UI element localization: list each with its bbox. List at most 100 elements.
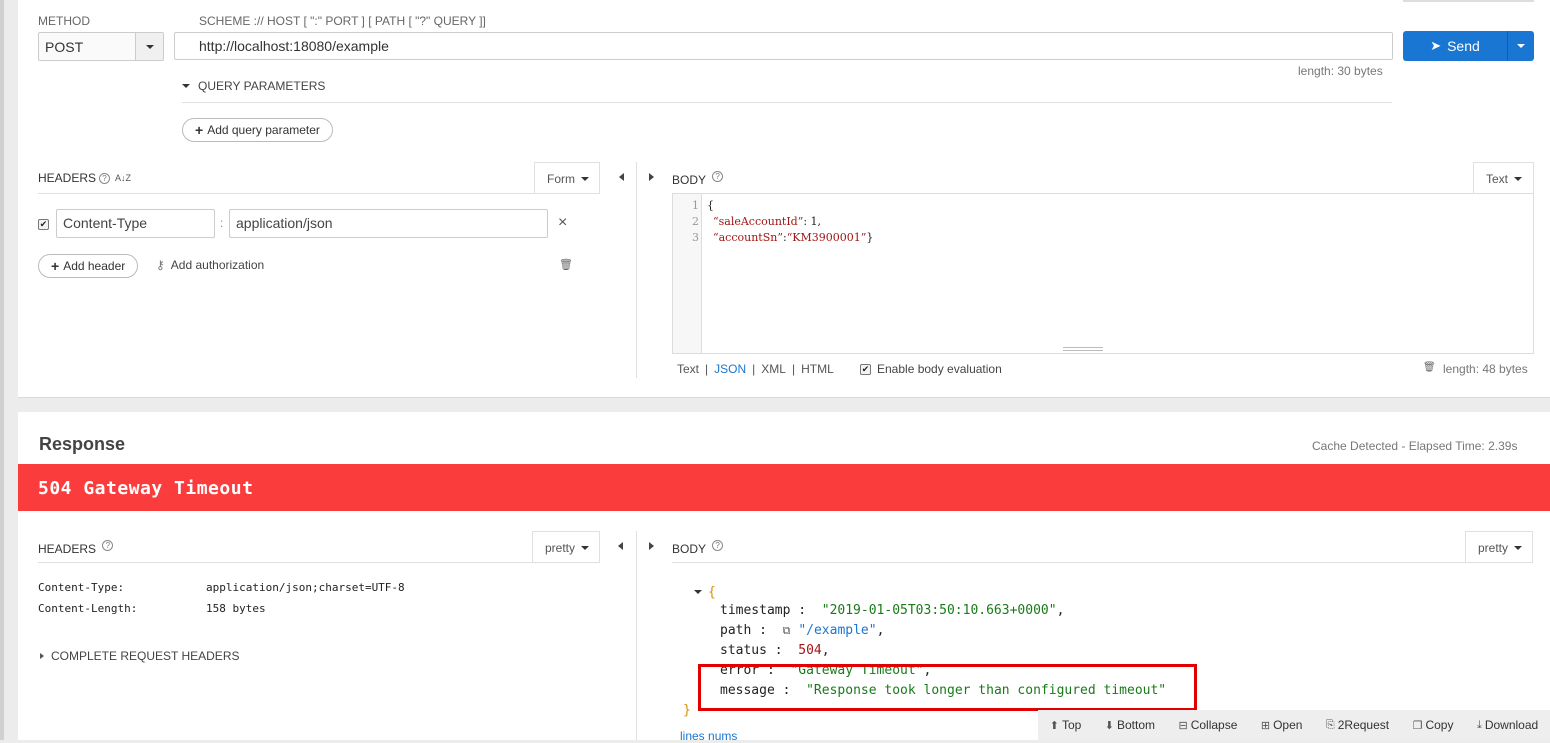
collapse-left-icon[interactable] [618, 542, 623, 550]
elapsed-time: Cache Detected - Elapsed Time: 2.39s [1312, 439, 1518, 453]
remove-header-icon[interactable]: × [558, 214, 567, 232]
line-number: 3 [692, 231, 699, 244]
json-comma: , [821, 643, 830, 658]
json-open-brace: { [708, 585, 716, 600]
send-icon: ➤ [1430, 38, 1442, 53]
header-value-input[interactable]: application/json [229, 209, 548, 238]
enable-body-evaluation[interactable]: ✔ Enable body evaluation [860, 362, 1002, 376]
add-query-parameter-button[interactable]: + Add query parameter [182, 118, 333, 142]
format-html[interactable]: HTML [801, 362, 834, 376]
json-number: 504 [798, 643, 822, 658]
help-icon[interactable]: ? [712, 540, 724, 551]
json-line-status: status : 504, [720, 643, 830, 658]
response-body-label: BODY [672, 542, 706, 556]
method-value: POST [45, 39, 84, 55]
response-body-format-dropdown[interactable]: pretty [1465, 531, 1533, 563]
body-editor[interactable]: 1 2 3 { “saleAccountId”: 1, “accountSn”:… [672, 193, 1534, 354]
resize-handle[interactable] [1063, 347, 1103, 351]
bottom-button[interactable]: ⬇ Bottom [1105, 718, 1155, 732]
format-json[interactable]: JSON [714, 362, 746, 376]
code-token: “KM3900001” [786, 231, 867, 244]
divider [672, 562, 1533, 563]
divider [38, 193, 600, 194]
add-query-parameter-label: Add query parameter [207, 123, 320, 137]
line-number: 1 [692, 199, 699, 212]
add-authorization-label: Add authorization [170, 258, 265, 272]
query-parameters-toggle[interactable]: QUERY PARAMETERS [182, 79, 325, 93]
top-button[interactable]: ⬆ Top [1050, 718, 1082, 732]
copy-button[interactable]: ❐ Copy [1413, 718, 1454, 732]
json-link[interactable]: "/example" [798, 623, 876, 638]
response-toolbar: ⬆ Top ⬇ Bottom ⊟ Collapse ⊞ Open ⎘ 2Request ❐… [1038, 710, 1550, 740]
collapse-button[interactable]: ⊟ Collapse [1178, 718, 1237, 732]
code-token: “accountSn” [713, 231, 783, 244]
collapse-label: Collapse [1190, 718, 1238, 732]
json-comma: , [876, 623, 885, 638]
line-number: 2 [692, 215, 699, 228]
json-line-timestamp: timestamp : "2019-01-05T03:50:10.663+000… [720, 603, 1064, 618]
arrow-down-icon: ⬇ [1104, 719, 1114, 732]
send-options-button[interactable] [1507, 31, 1534, 61]
response-headers-format-dropdown[interactable]: pretty [532, 531, 600, 563]
download-button[interactable]: ⤓ Download [1477, 718, 1538, 732]
to-request-button[interactable]: ⎘ 2Request [1326, 718, 1389, 732]
expand-right-icon[interactable] [649, 173, 654, 181]
response-header-value: 158 bytes [206, 602, 266, 615]
url-input[interactable]: http://localhost:18080/example [174, 32, 1393, 60]
method-select[interactable]: POST [38, 32, 164, 61]
add-authorization-link[interactable]: ⚷ Add authorization [156, 258, 264, 272]
to-request-label: 2Request [1337, 718, 1390, 732]
enable-evaluation-checkbox[interactable]: ✔ [860, 363, 871, 375]
line-numbers-link[interactable]: lines nums [680, 729, 737, 743]
method-dropdown-toggle[interactable] [135, 33, 163, 60]
header-name-input[interactable]: Content-Type [56, 209, 215, 238]
body-format-switcher: Text | JSON | XML | HTML [677, 362, 834, 376]
format-text[interactable]: Text [677, 362, 699, 376]
help-icon[interactable]: ? [102, 540, 114, 551]
help-icon[interactable]: ? [99, 172, 111, 184]
json-key: path : [720, 623, 767, 638]
json-close-brace: } [683, 703, 691, 718]
plus-square-icon: ⊞ [1260, 719, 1271, 732]
help-icon[interactable]: ? [712, 171, 724, 182]
headers-form-dropdown[interactable]: Form [534, 162, 600, 194]
add-header-button[interactable]: + Add header [38, 254, 139, 278]
copy-icon: ❐ [1412, 719, 1423, 732]
query-parameters-label: QUERY PARAMETERS [198, 79, 326, 93]
response-body-title: BODY ? [672, 540, 724, 556]
complete-request-headers-toggle[interactable]: COMPLETE REQUEST HEADERS [40, 649, 239, 663]
response-headers-label: HEADERS [38, 542, 97, 556]
headers-form-label: Form [547, 171, 575, 186]
chevron-down-icon [1514, 545, 1523, 550]
trash-icon[interactable]: 🗑 [1423, 362, 1436, 373]
sort-icon[interactable]: A↓Z [115, 173, 131, 183]
window-edge [0, 0, 4, 740]
arrow-up-icon: ⬆ [1049, 719, 1059, 732]
send-button-group: ➤ Send [1403, 31, 1534, 61]
open-button[interactable]: ⊞ Open [1261, 718, 1303, 732]
body-format-label: pretty [1478, 540, 1509, 555]
trash-icon[interactable]: 🗑 [559, 258, 573, 271]
collapse-json-icon[interactable] [694, 590, 702, 594]
complete-request-headers-label: COMPLETE REQUEST HEADERS [51, 649, 240, 663]
minus-square-icon: ⊟ [1178, 719, 1188, 732]
format-xml[interactable]: XML [761, 362, 786, 376]
header-enabled-checkbox[interactable]: ✔ [38, 219, 49, 230]
method-label: METHOD [38, 14, 90, 28]
response-headers-title: HEADERS ? [38, 540, 114, 556]
bottom-label: Bottom [1117, 718, 1156, 732]
chevron-down-icon [581, 545, 590, 550]
body-type-dropdown[interactable]: Text [1473, 162, 1534, 194]
status-text: 504 Gateway Timeout [38, 478, 254, 499]
body-type-label: Text [1486, 171, 1509, 186]
send-button[interactable]: ➤ Send [1403, 31, 1507, 61]
line-gutter: 1 2 3 [673, 194, 702, 353]
collapse-left-icon[interactable] [619, 173, 624, 181]
request-panel: METHOD SCHEME :// HOST [ ":" PORT ] [ PA… [18, 0, 1550, 398]
expand-right-icon[interactable] [649, 542, 654, 550]
download-icon: ⤓ [1476, 718, 1482, 731]
code-line: { [707, 199, 714, 212]
divider [182, 102, 1392, 103]
external-link-icon[interactable]: ⧉ [783, 624, 791, 637]
copy-label: Copy [1425, 718, 1454, 732]
